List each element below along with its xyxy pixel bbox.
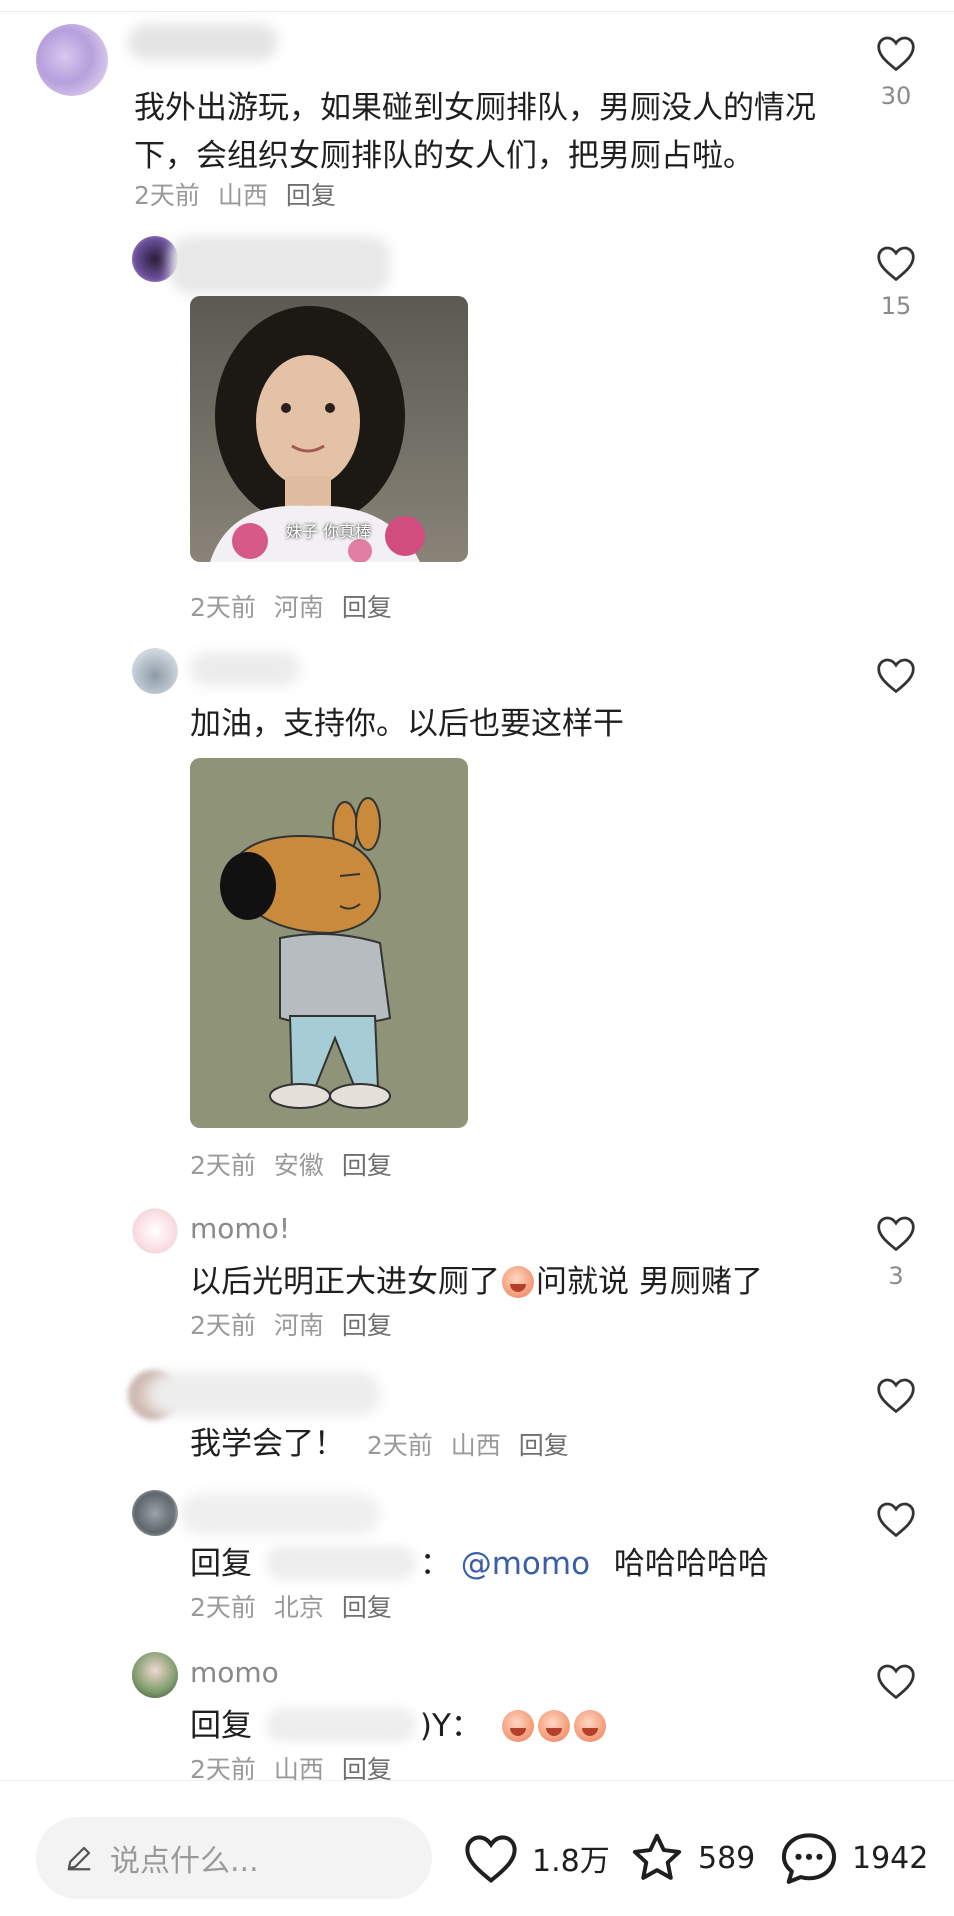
- comment-meta: 2天前 安徽 回复: [190, 1146, 410, 1182]
- mention-link[interactable]: @momo: [461, 1546, 590, 1582]
- star-button[interactable]: 589: [628, 1817, 755, 1899]
- comment-text-part: 我学会了！: [190, 1426, 345, 1462]
- star-icon: [632, 1833, 682, 1880]
- blurred-username[interactable]: [150, 1372, 380, 1416]
- like-count: 30: [880, 82, 912, 110]
- comment-text: 回复 )Y：: [190, 1702, 608, 1750]
- username[interactable]: momo!: [190, 1212, 290, 1245]
- top-divider: [0, 0, 954, 12]
- blurred-username[interactable]: [128, 24, 278, 60]
- heart-icon: [877, 658, 915, 694]
- avatar[interactable]: [132, 648, 178, 694]
- comment-time: 2天前: [190, 1593, 256, 1622]
- bear-cartoon-graphic: [220, 797, 392, 1109]
- blurred-username[interactable]: [180, 1494, 380, 1534]
- reply-button[interactable]: 回复: [342, 593, 392, 622]
- comment-meta: 2天前 山西 回复: [134, 176, 354, 212]
- comment-bubble-icon: [781, 1833, 837, 1884]
- like-count: 15: [880, 292, 912, 320]
- reply-prefix: 回复: [190, 1546, 252, 1582]
- comment-time: 2天前: [190, 1311, 256, 1340]
- image-caption: 妹子 你真棒: [286, 522, 372, 541]
- comment-input[interactable]: 说点什么...: [36, 1817, 432, 1899]
- username[interactable]: momo: [190, 1656, 279, 1689]
- comment-text: 加油，支持你。以后也要这样干: [190, 706, 624, 742]
- comment-location: 山西: [217, 181, 268, 210]
- comment-meta: 2天前 河南 回复: [190, 588, 410, 624]
- comment-meta: 2天前 北京 回复: [190, 1588, 410, 1624]
- crying-emoji: [502, 1266, 534, 1298]
- reply-button[interactable]: 回复: [342, 1151, 392, 1180]
- like-post-button[interactable]: 1.8万: [462, 1817, 610, 1899]
- reaction-image[interactable]: 妹子 你真棒: [190, 296, 468, 562]
- blurred-username[interactable]: [190, 652, 300, 686]
- blurred-reply-target: [265, 1708, 416, 1742]
- comment-text: 我外出游玩，如果碰到女厕排队，男厕没人的情况下，会组织女厕排队的女人们，把男厕占…: [134, 90, 816, 174]
- reply-separator: )Y：: [419, 1708, 482, 1744]
- sticker-image[interactable]: [190, 758, 468, 1128]
- comment-location: 北京: [273, 1593, 324, 1622]
- avatar[interactable]: [132, 1490, 178, 1536]
- pencil-icon: [67, 1846, 91, 1871]
- like-button[interactable]: 15: [866, 244, 926, 320]
- like-button[interactable]: 30: [866, 34, 926, 110]
- heart-icon: [877, 36, 915, 72]
- like-button[interactable]: [866, 1500, 926, 1538]
- comment-button[interactable]: 1942: [778, 1817, 928, 1899]
- like-button[interactable]: [866, 656, 926, 694]
- reply-button[interactable]: 回复: [519, 1431, 569, 1460]
- avatar[interactable]: [132, 1208, 178, 1254]
- like-button[interactable]: [866, 1376, 926, 1414]
- crying-emoji: [573, 1710, 606, 1742]
- crying-emoji: [501, 1710, 534, 1742]
- comment-time: 2天前: [190, 1151, 256, 1180]
- comment-time: 2天前: [366, 1431, 433, 1460]
- heart-icon: [877, 1664, 915, 1700]
- reply-separator: ：: [419, 1546, 451, 1582]
- comment-meta: 2天前 山西 回复: [367, 1431, 587, 1460]
- bottom-action-bar: 说点什么... 1.8万 589 1942: [0, 1780, 954, 1916]
- comment-location: 河南: [273, 593, 324, 622]
- comment-meta: 2天前 河南 回复: [190, 1306, 410, 1342]
- avatar[interactable]: [36, 24, 108, 96]
- blurred-reply-target: [265, 1546, 416, 1580]
- reply-prefix: 回复: [190, 1708, 252, 1744]
- comment-input-placeholder: 说点什么...: [110, 1844, 259, 1879]
- heart-icon: [877, 1216, 915, 1252]
- blurred-username[interactable]: [170, 236, 390, 294]
- reply-button[interactable]: 回复: [286, 181, 336, 210]
- heart-icon: [877, 1378, 915, 1414]
- comment-text: 我学会了！ 2天前 山西 回复: [190, 1420, 587, 1470]
- heart-icon: [877, 1502, 915, 1538]
- comment-text-part: 哈哈哈哈哈: [613, 1546, 769, 1582]
- crying-emoji: [537, 1710, 570, 1742]
- like-count: 3: [888, 1262, 904, 1290]
- comment-time: 2天前: [134, 181, 200, 210]
- comment-text: 回复 ： @momo 哈哈哈哈哈: [190, 1540, 769, 1588]
- comment-count: 1942: [852, 1840, 929, 1876]
- like-button[interactable]: [866, 1662, 926, 1700]
- comment-text-part: 以后光明正大进女厕了: [190, 1264, 500, 1300]
- comment-location: 河南: [273, 1311, 324, 1340]
- comment-text-part: 问就说 男厕赌了: [536, 1264, 763, 1300]
- star-count: 589: [698, 1840, 756, 1876]
- avatar[interactable]: [132, 1652, 178, 1698]
- reply-button[interactable]: 回复: [342, 1593, 392, 1622]
- like-button[interactable]: 3: [866, 1214, 926, 1290]
- like-count: 1.8万: [532, 1844, 610, 1879]
- comment-text: 以后光明正大进女厕了 问就说 男厕赌了: [190, 1258, 763, 1306]
- heart-icon: [877, 246, 915, 282]
- comment-location: 安徽: [273, 1151, 324, 1180]
- comment-location: 山西: [450, 1431, 501, 1460]
- reply-button[interactable]: 回复: [342, 1311, 392, 1340]
- heart-icon: [465, 1835, 517, 1884]
- comment-time: 2天前: [190, 593, 256, 622]
